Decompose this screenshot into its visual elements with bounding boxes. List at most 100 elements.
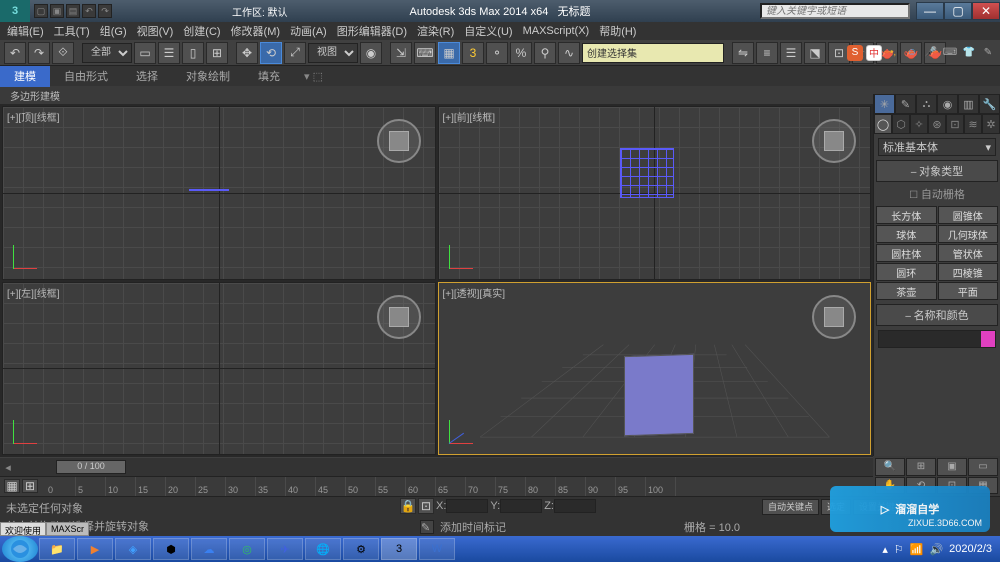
ime-emoji-icon[interactable]: ☺: [904, 45, 920, 61]
ribbon-panel-label[interactable]: 多边形建模: [0, 86, 1000, 104]
frame-tick[interactable]: 65: [436, 477, 466, 497]
start-button[interactable]: [2, 536, 38, 562]
lock-selection-icon[interactable]: 🔒: [400, 498, 416, 514]
utilities-tab-icon[interactable]: 🔧: [979, 94, 1000, 114]
viewcube-left[interactable]: [377, 295, 421, 339]
menu-tools[interactable]: 工具(T): [49, 23, 95, 39]
ime-punct-icon[interactable]: •,: [885, 45, 901, 61]
zoom-extents-icon[interactable]: ▣: [937, 458, 967, 476]
frame-tick[interactable]: 80: [526, 477, 556, 497]
viewcube-top[interactable]: [377, 119, 421, 163]
menu-edit[interactable]: 编辑(E): [2, 23, 49, 39]
torus-button[interactable]: 圆环: [876, 263, 937, 281]
frame-tick[interactable]: 50: [346, 477, 376, 497]
frame-tick[interactable]: 15: [136, 477, 166, 497]
modify-tab-icon[interactable]: ✎: [895, 94, 916, 114]
motion-tab-icon[interactable]: ◉: [937, 94, 958, 114]
shapes-category-icon[interactable]: ⬡: [892, 114, 910, 134]
scale-button[interactable]: ⤢: [284, 42, 306, 64]
minimize-button[interactable]: —: [916, 2, 944, 20]
workspace-selector[interactable]: 工作区: 默认: [232, 4, 288, 19]
tab-freeform[interactable]: 自由形式: [50, 65, 122, 87]
select-region-icon[interactable]: ▯: [182, 42, 204, 64]
menu-customize[interactable]: 自定义(U): [459, 23, 517, 39]
menu-group[interactable]: 组(G): [95, 23, 132, 39]
frame-tick[interactable]: 45: [316, 477, 346, 497]
qat-redo-icon[interactable]: ↷: [98, 4, 112, 18]
task-explorer[interactable]: 📁: [39, 538, 75, 560]
autogrid-checkbox[interactable]: ☐ 自动栅格: [874, 184, 1000, 204]
qat-new-icon[interactable]: ▢: [34, 4, 48, 18]
frame-tick[interactable]: 55: [376, 477, 406, 497]
named-selection-set[interactable]: [582, 43, 724, 63]
viewcube-perspective[interactable]: [812, 295, 856, 339]
viewport-perspective[interactable]: [+][透视][真实]: [438, 282, 872, 456]
plane-button[interactable]: 平面: [938, 282, 999, 300]
systems-category-icon[interactable]: ✲: [982, 114, 1000, 134]
keyboard-shortcut-icon[interactable]: ⌨: [414, 42, 436, 64]
ime-cn-icon[interactable]: 中: [866, 45, 882, 61]
ime-skin-icon[interactable]: 👕: [961, 45, 977, 61]
tray-date[interactable]: 2020/2/3: [949, 543, 992, 555]
display-tab-icon[interactable]: ▥: [958, 94, 979, 114]
welcome-tab[interactable]: 欢迎使用: [0, 522, 46, 536]
sogou-icon[interactable]: S: [847, 45, 863, 61]
viewport-left-label[interactable]: [+][左][线框]: [7, 285, 60, 300]
timetag-icon[interactable]: ✎: [420, 520, 434, 534]
app-logo[interactable]: 3: [0, 0, 30, 22]
zoom-all-icon[interactable]: ⊞: [906, 458, 936, 476]
hierarchy-tab-icon[interactable]: ⛬: [916, 94, 937, 114]
frame-tick[interactable]: 0: [46, 477, 76, 497]
pivot-center-icon[interactable]: ◉: [360, 42, 382, 64]
system-tray[interactable]: ▴ ⚐ 📶 🔊 2020/2/3: [882, 543, 998, 556]
align-button[interactable]: ≡: [756, 42, 778, 64]
geometry-category-icon[interactable]: ◯: [874, 114, 892, 134]
task-app4[interactable]: ⚙: [343, 538, 379, 560]
time-slider[interactable]: ◂ 0 / 100: [0, 458, 873, 476]
teapot-button[interactable]: 茶壶: [876, 282, 937, 300]
geosphere-button[interactable]: 几何球体: [938, 225, 999, 243]
curve-editor-button[interactable]: ⬔: [804, 42, 826, 64]
object-color-swatch[interactable]: [981, 331, 995, 347]
tray-network-icon[interactable]: 📶: [910, 543, 924, 556]
isolate-selection-icon[interactable]: ⊡: [418, 498, 434, 514]
menu-grapheditors[interactable]: 图形编辑器(D): [332, 23, 412, 39]
menu-modifiers[interactable]: 修改器(M): [226, 23, 286, 39]
x-coord-input[interactable]: [446, 499, 488, 513]
sphere-button[interactable]: 球体: [876, 225, 937, 243]
helpers-category-icon[interactable]: ⊡: [946, 114, 964, 134]
mirror-button[interactable]: ⇋: [732, 42, 754, 64]
frame-tick[interactable]: 60: [406, 477, 436, 497]
menu-rendering[interactable]: 渲染(R): [412, 23, 459, 39]
edit-selset-icon[interactable]: ∿: [558, 42, 580, 64]
time-slider-handle[interactable]: 0 / 100: [56, 460, 126, 474]
link-button[interactable]: ⟐: [52, 42, 74, 64]
create-tab-icon[interactable]: ✳: [874, 94, 895, 114]
task-word[interactable]: W: [419, 538, 455, 560]
zoom-icon[interactable]: 🔍: [875, 458, 905, 476]
move-button[interactable]: ✥: [236, 42, 258, 64]
percent-snap-icon[interactable]: ⚬: [486, 42, 508, 64]
z-coord-input[interactable]: [554, 499, 596, 513]
frame-tick[interactable]: 85: [556, 477, 586, 497]
qat-undo-icon[interactable]: ↶: [82, 4, 96, 18]
frame-tick[interactable]: 40: [286, 477, 316, 497]
plane-object[interactable]: [624, 353, 694, 435]
frame-tick[interactable]: 90: [586, 477, 616, 497]
viewport-top-label[interactable]: [+][顶][线框]: [7, 109, 60, 124]
task-wmp[interactable]: ▶: [77, 538, 113, 560]
spinner-snap-icon[interactable]: %: [510, 42, 532, 64]
rollout-object-type[interactable]: – 对象类型: [876, 160, 998, 182]
ribbon-expand-icon[interactable]: ▾ ⬚: [304, 70, 323, 83]
select-object-icon[interactable]: ▭: [134, 42, 156, 64]
frame-tick[interactable]: 10: [106, 477, 136, 497]
menu-maxscript[interactable]: MAXScript(X): [518, 25, 595, 37]
select-name-icon[interactable]: ☰: [158, 42, 180, 64]
task-360[interactable]: ◎: [229, 538, 265, 560]
menu-views[interactable]: 视图(V): [132, 23, 179, 39]
box-button[interactable]: 长方体: [876, 206, 937, 224]
frame-tick[interactable]: 35: [256, 477, 286, 497]
qat-open-icon[interactable]: ▣: [50, 4, 64, 18]
ime-tool-icon[interactable]: ✎: [980, 45, 996, 61]
frame-tick[interactable]: 100: [646, 477, 676, 497]
